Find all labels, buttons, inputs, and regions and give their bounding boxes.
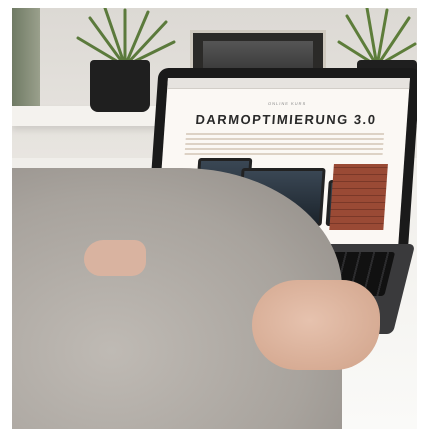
person-right-hand xyxy=(252,280,380,370)
person-left-hand xyxy=(84,240,146,276)
plant-left xyxy=(76,8,176,68)
brick-wall-image xyxy=(329,164,388,230)
photo: ONLINE KURS DARMOPTIMIERUNG 3.0 xyxy=(12,8,417,429)
course-subtitle: ONLINE KURS xyxy=(267,101,307,106)
browser-toolbar xyxy=(167,78,410,89)
plant-right xyxy=(337,8,417,68)
course-description-text xyxy=(184,133,385,155)
course-headline: DARMOPTIMIERUNG 3.0 xyxy=(195,112,378,127)
plant-pot-left xyxy=(90,60,150,112)
window-plant-left xyxy=(12,8,40,118)
